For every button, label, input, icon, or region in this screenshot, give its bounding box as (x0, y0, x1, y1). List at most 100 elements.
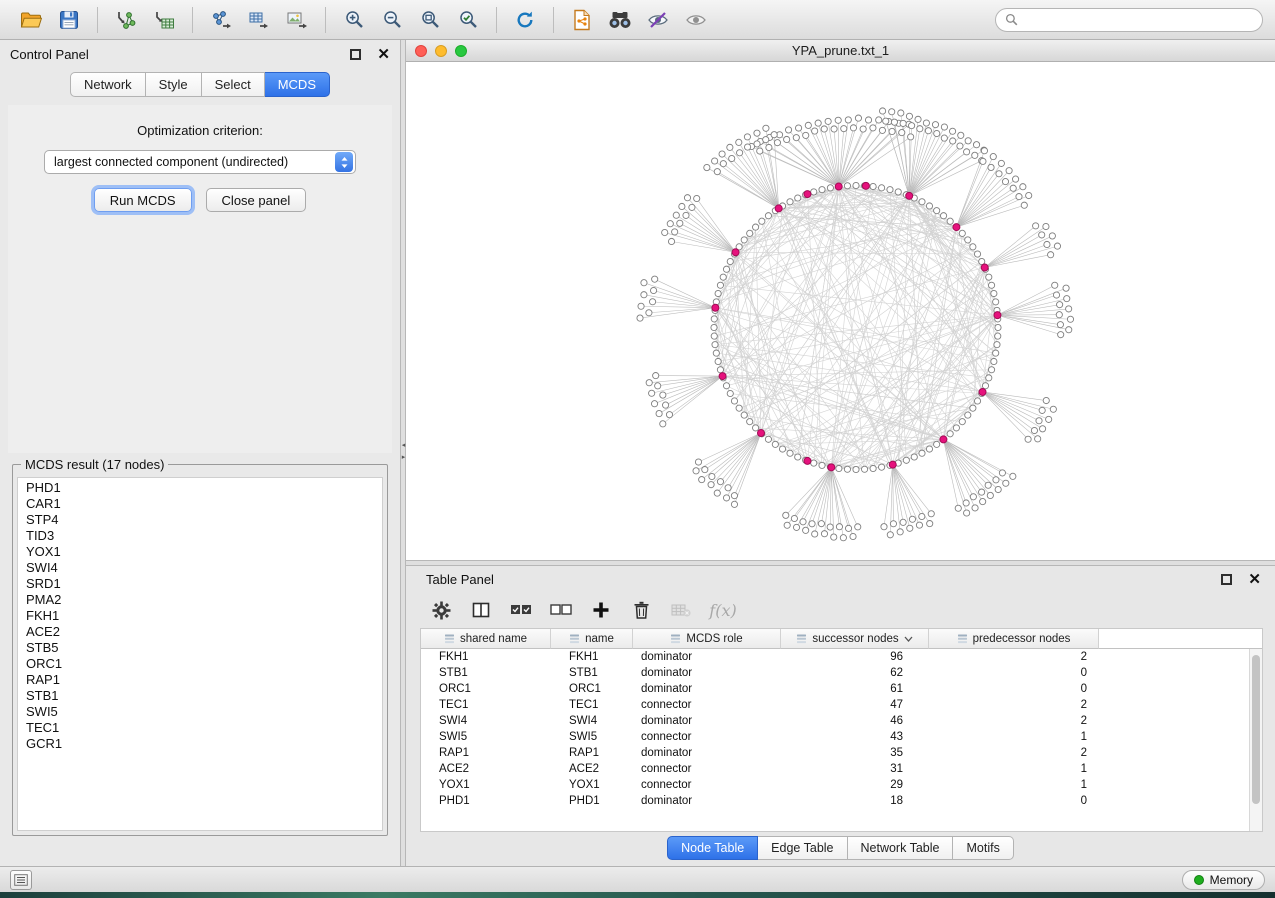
share-document-button[interactable] (563, 4, 601, 36)
graph-node[interactable] (731, 493, 737, 499)
graph-node[interactable] (638, 303, 644, 309)
graph-node[interactable] (964, 149, 970, 155)
graph-node[interactable] (965, 237, 971, 243)
table-row[interactable]: SWI4SWI4dominator462 (421, 713, 1262, 729)
graph-node[interactable] (1063, 285, 1069, 291)
minimize-window-button[interactable] (435, 45, 447, 57)
graph-node[interactable] (909, 516, 915, 522)
mcds-result-item[interactable]: STB1 (18, 688, 382, 704)
graph-node[interactable] (970, 244, 976, 250)
graph-node[interactable] (979, 489, 985, 495)
table-cell[interactable]: 43 (781, 729, 929, 745)
graph-node[interactable] (928, 511, 934, 517)
import-table-button[interactable] (145, 4, 183, 36)
table-cell[interactable]: 35 (781, 745, 929, 761)
graph-node[interactable] (812, 531, 818, 537)
graph-node[interactable] (985, 482, 991, 488)
graph-node[interactable] (811, 460, 817, 466)
graph-node[interactable] (980, 498, 986, 504)
graph-node[interactable] (836, 524, 842, 530)
zoom-out-button[interactable] (373, 4, 411, 36)
mcds-result-item[interactable]: TEC1 (18, 720, 382, 736)
graph-node[interactable] (988, 367, 994, 373)
graph-node[interactable] (879, 127, 885, 133)
add-column-button[interactable] (586, 595, 616, 625)
network-canvas[interactable] (406, 62, 1275, 560)
graph-node[interactable] (668, 238, 674, 244)
search-box[interactable] (995, 8, 1263, 32)
graph-node[interactable] (1021, 202, 1027, 208)
graph-node[interactable] (649, 390, 655, 396)
column-header-predecessor-nodes[interactable]: predecessor nodes (929, 629, 1099, 649)
graph-node[interactable] (881, 524, 887, 530)
table-settings-button[interactable] (426, 595, 456, 625)
graph-node[interactable] (747, 230, 753, 236)
graph-node[interactable] (784, 136, 790, 142)
graph-hub-node[interactable] (804, 191, 811, 198)
graph-node[interactable] (641, 280, 647, 286)
graph-node[interactable] (986, 274, 992, 280)
table-cell[interactable]: 2 (929, 745, 1099, 761)
graph-node[interactable] (1033, 223, 1039, 229)
graph-node[interactable] (982, 383, 988, 389)
graph-node[interactable] (934, 208, 940, 214)
scrollbar-thumb[interactable] (1252, 655, 1260, 804)
graph-node[interactable] (1048, 252, 1054, 258)
graph-node[interactable] (795, 125, 801, 131)
graph-node[interactable] (1064, 296, 1070, 302)
mcds-result-item[interactable]: SWI4 (18, 560, 382, 576)
graph-node[interactable] (994, 342, 1000, 348)
graph-node[interactable] (793, 135, 799, 141)
graph-node[interactable] (1039, 232, 1045, 238)
graph-node[interactable] (754, 141, 760, 147)
graph-node[interactable] (970, 405, 976, 411)
graph-node[interactable] (955, 505, 961, 511)
graph-node[interactable] (737, 150, 743, 156)
graph-node[interactable] (819, 187, 825, 193)
graph-node[interactable] (827, 185, 833, 191)
graph-hub-node[interactable] (862, 182, 869, 189)
graph-node[interactable] (709, 473, 715, 479)
graph-node[interactable] (1025, 436, 1031, 442)
graph-node[interactable] (831, 126, 837, 132)
hide-selected-button[interactable] (639, 4, 677, 36)
graph-node[interactable] (667, 221, 673, 227)
graph-node[interactable] (677, 220, 683, 226)
graph-node[interactable] (941, 124, 947, 130)
graph-node[interactable] (1046, 416, 1052, 422)
mcds-result-item[interactable]: ORC1 (18, 656, 382, 672)
clear-selection-button[interactable] (546, 595, 576, 625)
graph-hub-node[interactable] (732, 249, 739, 256)
graph-node[interactable] (980, 158, 986, 164)
graph-node[interactable] (934, 441, 940, 447)
table-cell[interactable]: 1 (929, 761, 1099, 777)
mcds-result-item[interactable]: TID3 (18, 528, 382, 544)
graph-node[interactable] (683, 212, 689, 218)
graph-node[interactable] (974, 251, 980, 257)
graph-node[interactable] (689, 204, 695, 210)
graph-node[interactable] (1036, 418, 1042, 424)
graph-node[interactable] (637, 315, 643, 321)
graph-node[interactable] (887, 187, 893, 193)
graph-node[interactable] (993, 477, 999, 483)
import-network-button[interactable] (107, 4, 145, 36)
graph-node[interactable] (771, 132, 777, 138)
graph-node[interactable] (1054, 243, 1060, 249)
graph-node[interactable] (841, 126, 847, 132)
graph-node[interactable] (1052, 282, 1058, 288)
graph-node[interactable] (747, 419, 753, 425)
float-table-panel-button[interactable] (1221, 574, 1232, 585)
graph-node[interactable] (717, 479, 723, 485)
table-cell[interactable]: STB1 (551, 665, 633, 681)
graph-node[interactable] (694, 195, 700, 201)
graph-node[interactable] (996, 171, 1002, 177)
graph-node[interactable] (711, 333, 717, 339)
graph-node[interactable] (662, 229, 668, 235)
graph-node[interactable] (870, 183, 876, 189)
graph-node[interactable] (656, 410, 662, 416)
table-cell[interactable]: dominator (633, 713, 781, 729)
graph-node[interactable] (1020, 184, 1026, 190)
graph-node[interactable] (890, 521, 896, 527)
table-cell[interactable]: 0 (929, 793, 1099, 809)
select-all-button[interactable] (506, 595, 536, 625)
